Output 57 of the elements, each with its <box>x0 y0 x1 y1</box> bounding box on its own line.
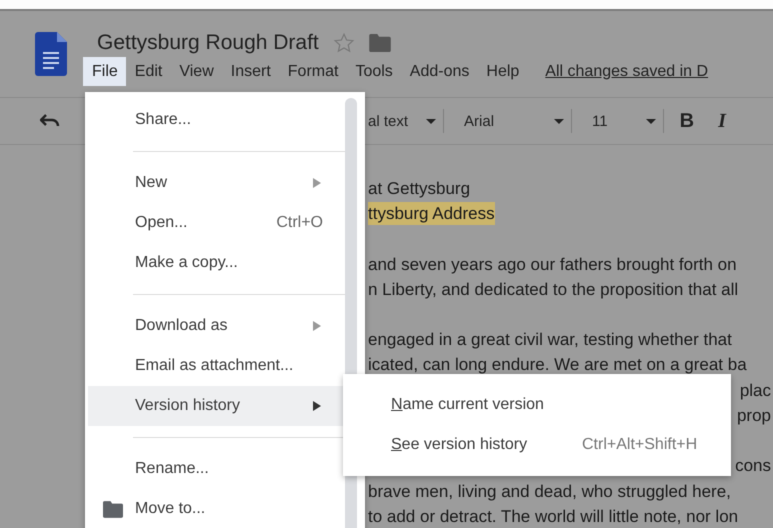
menu-option[interactable]: Make a copy... <box>85 243 345 283</box>
document-text-line: n Liberty, and dedicated to the proposition that all <box>368 280 738 299</box>
menu-option-label: New <box>135 174 168 192</box>
caret-icon[interactable] <box>426 118 436 124</box>
undo-icon[interactable] <box>40 114 60 128</box>
menu-option[interactable]: Email as attachment... <box>85 346 345 386</box>
shortcut-label: Ctrl+O <box>276 214 323 232</box>
save-status-link[interactable]: All changes saved in D <box>545 62 708 80</box>
document-text-line: cons <box>735 456 771 476</box>
shortcut-label: Ctrl+Alt+Shift+H <box>582 436 698 454</box>
menu-option-label: Name current version <box>391 396 544 414</box>
menu-option-label: Make a copy... <box>135 254 238 272</box>
menu-option-label: Move to... <box>135 500 206 518</box>
font-size-dropdown[interactable]: 11 <box>592 112 608 130</box>
menu-item[interactable]: File <box>83 57 126 86</box>
document-text-line: engaged in a great civil war, testing whether that <box>368 330 732 350</box>
menu-option[interactable]: See version history Ctrl+Alt+Shift+H <box>343 425 731 465</box>
menu-item[interactable]: Edit <box>126 57 170 86</box>
font-dropdown[interactable]: Arial <box>464 112 494 130</box>
document-text-line: at Gettysburg <box>368 179 470 198</box>
document-text-line: brave men, living and dead, who struggled here, <box>368 482 731 501</box>
menu-option-label: Version history <box>135 397 240 415</box>
menu-item[interactable]: Add-ons <box>400 57 478 86</box>
menu-option-label: Download as <box>135 317 228 335</box>
menu-option[interactable]: Rename... <box>85 449 345 489</box>
folder-icon[interactable] <box>368 34 391 52</box>
menu-option[interactable]: Name current version <box>343 385 731 425</box>
menu-option-label: Rename... <box>135 460 209 478</box>
document-text-line: plac <box>740 380 771 400</box>
menu-item[interactable]: Tools <box>346 57 401 86</box>
menu-item[interactable]: Format <box>278 57 346 86</box>
menu-option-label: See version history <box>391 436 528 454</box>
document-text-line: icated, can long endure. We are met on a great ba <box>368 355 747 374</box>
document-text-line: and seven years ago our fathers brought forth on <box>368 254 737 274</box>
menu-item[interactable]: Help <box>477 57 528 86</box>
menu-option-label: Open... <box>135 214 188 232</box>
paragraph-style-dropdown[interactable]: al text <box>368 112 408 130</box>
menu-option-label: Share... <box>135 111 192 129</box>
star-icon[interactable] <box>332 32 355 54</box>
menu-item[interactable]: Insert <box>222 57 279 86</box>
format-button[interactable]: I <box>712 110 732 132</box>
caret-icon[interactable] <box>646 118 656 124</box>
menu-option-label: Email as attachment... <box>135 357 294 375</box>
menu-option[interactable]: Share... <box>85 100 345 140</box>
menu-option[interactable]: Move to... <box>85 489 345 528</box>
document-text-line: prop <box>736 406 771 426</box>
caret-icon[interactable] <box>554 118 564 124</box>
menu-option[interactable]: New <box>85 163 345 203</box>
docs-logo-icon[interactable] <box>35 32 67 76</box>
menu-option[interactable]: Open... Ctrl+O <box>85 203 345 243</box>
folder-icon <box>103 500 123 518</box>
format-button[interactable]: B <box>674 110 700 132</box>
menu-item[interactable]: View <box>170 57 222 86</box>
menu-option[interactable]: Download as <box>85 306 345 346</box>
document-text-line: to add or detract. The world will little note, nor lon <box>368 506 738 526</box>
menu-option[interactable]: Version history <box>88 386 345 426</box>
document-title[interactable]: Gettysburg Rough Draft <box>97 31 319 55</box>
